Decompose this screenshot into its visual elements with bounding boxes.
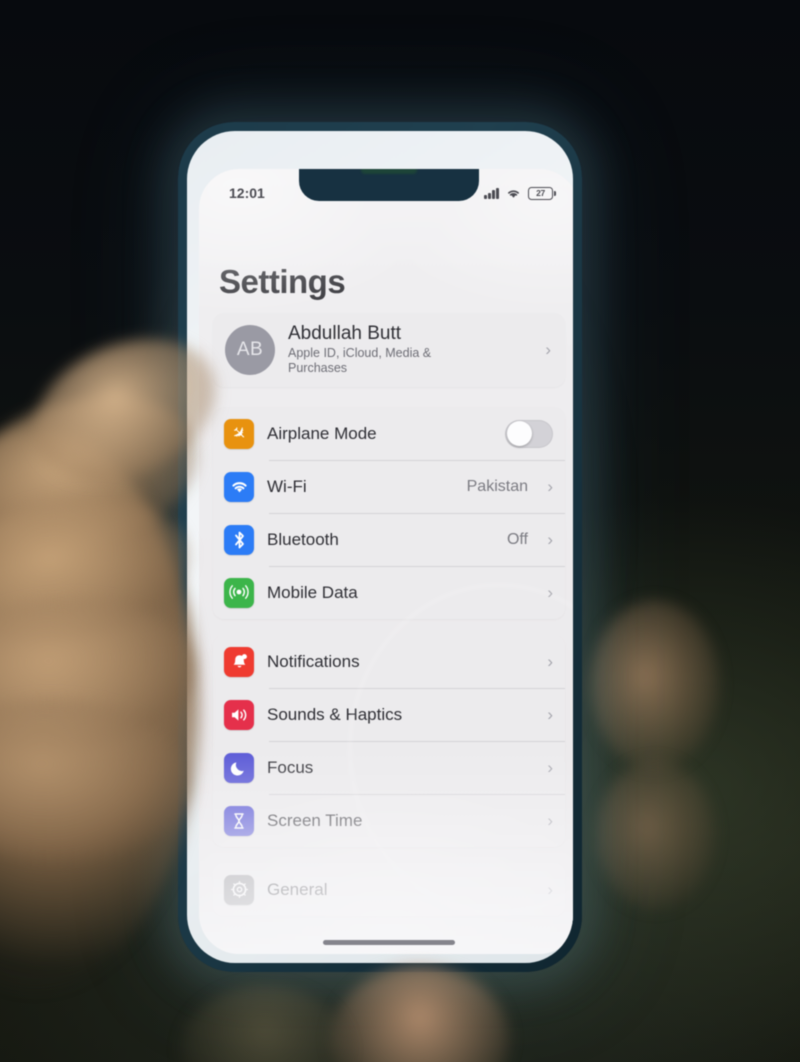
phone-bezel: 12:01 27 Settings AB Abdullah Butt Apple…	[187, 131, 573, 963]
account-subtitle: Apple ID, iCloud, Media & Purchases	[288, 345, 432, 376]
settings-row[interactable]: Notifications ›	[213, 635, 565, 688]
chevron-right-icon: ›	[547, 530, 553, 549]
chevron-right-icon: ›	[547, 880, 553, 899]
toggle-knob	[506, 421, 532, 446]
chevron-right-icon: ›	[547, 705, 553, 724]
phone-screen: 12:01 27 Settings AB Abdullah Butt Apple…	[199, 169, 573, 954]
chevron-right-icon: ›	[545, 340, 551, 359]
settings-row-label: Focus	[267, 757, 314, 777]
settings-row[interactable]: Bluetooth Off ›	[213, 513, 565, 566]
settings-row[interactable]: Mobile Data ›	[213, 566, 565, 619]
photo-background: 12:01 27 Settings AB Abdullah Butt Apple…	[0, 0, 800, 1062]
settings-row[interactable]: ✈ Airplane Mode	[213, 407, 565, 460]
settings-row[interactable]: Sounds & Haptics ›	[213, 688, 565, 741]
settings-group-alerts: Notifications › Sounds & Haptics › Focus › Scr…	[213, 635, 565, 847]
right-hand-finger	[596, 760, 716, 910]
settings-row-label: Bluetooth	[267, 529, 339, 549]
settings-group-connectivity: ✈ Airplane Mode Wi-Fi Pakistan › Bluetooth Off…	[213, 407, 565, 619]
settings-groups: ✈ Airplane Mode Wi-Fi Pakistan › Bluetooth Off…	[213, 407, 565, 916]
settings-row[interactable]: Wi-Fi Pakistan ›	[213, 460, 565, 513]
status-time: 12:01	[229, 185, 265, 201]
bottom-finger	[180, 985, 350, 1062]
front-camera-icon	[361, 169, 417, 174]
chevron-right-icon: ›	[547, 811, 553, 830]
moon-icon	[224, 752, 254, 783]
settings-row-label: Sounds & Haptics	[267, 704, 403, 724]
apple-account-row[interactable]: AB Abdullah Butt Apple ID, iCloud, Media…	[213, 313, 565, 387]
settings-row-label: General	[267, 879, 328, 899]
battery-percent: 27	[536, 188, 545, 198]
mobile-data-icon	[224, 577, 254, 608]
settings-row-label: Screen Time	[267, 810, 363, 830]
gear-icon	[224, 874, 254, 905]
right-hand-finger	[590, 600, 720, 770]
settings-row-label: Wi-Fi	[267, 476, 307, 496]
chevron-right-icon: ›	[547, 652, 553, 671]
settings-row-value: Off	[506, 530, 528, 548]
settings-content: Settings AB Abdullah Butt Apple ID, iClo…	[199, 211, 573, 932]
settings-row[interactable]: Screen Time ›	[213, 794, 565, 847]
settings-group-system: General ›	[213, 863, 565, 916]
signal-bars-icon	[484, 187, 499, 199]
wifi-icon	[224, 471, 254, 502]
settings-row-value: Pakistan	[466, 477, 528, 495]
bottom-finger	[330, 965, 510, 1062]
bell-icon	[224, 646, 254, 677]
bluetooth-icon	[224, 524, 254, 555]
chevron-right-icon: ›	[547, 758, 553, 777]
settings-row-label: Airplane Mode	[267, 423, 377, 443]
settings-row[interactable]: Focus ›	[213, 741, 565, 794]
settings-row-label: Notifications	[267, 651, 360, 671]
airplane-icon: ✈	[224, 418, 254, 449]
settings-row[interactable]: General ›	[213, 863, 565, 916]
page-title: Settings	[219, 263, 346, 300]
status-indicators: 27	[484, 186, 556, 200]
account-text: Abdullah Butt Apple ID, iCloud, Media & …	[288, 323, 545, 377]
avatar: AB	[225, 325, 275, 375]
hourglass-icon	[224, 805, 254, 836]
wifi-icon	[506, 188, 521, 199]
home-indicator[interactable]	[323, 940, 455, 945]
speaker-icon	[224, 699, 254, 730]
chevron-right-icon: ›	[547, 583, 553, 602]
settings-row-label: Mobile Data	[267, 582, 358, 602]
airplane-mode-toggle[interactable]	[505, 419, 553, 448]
account-name: Abdullah Butt	[288, 322, 402, 344]
phone-device: 12:01 27 Settings AB Abdullah Butt Apple…	[178, 122, 582, 972]
chevron-right-icon: ›	[547, 477, 553, 496]
battery-icon: 27	[528, 186, 556, 200]
